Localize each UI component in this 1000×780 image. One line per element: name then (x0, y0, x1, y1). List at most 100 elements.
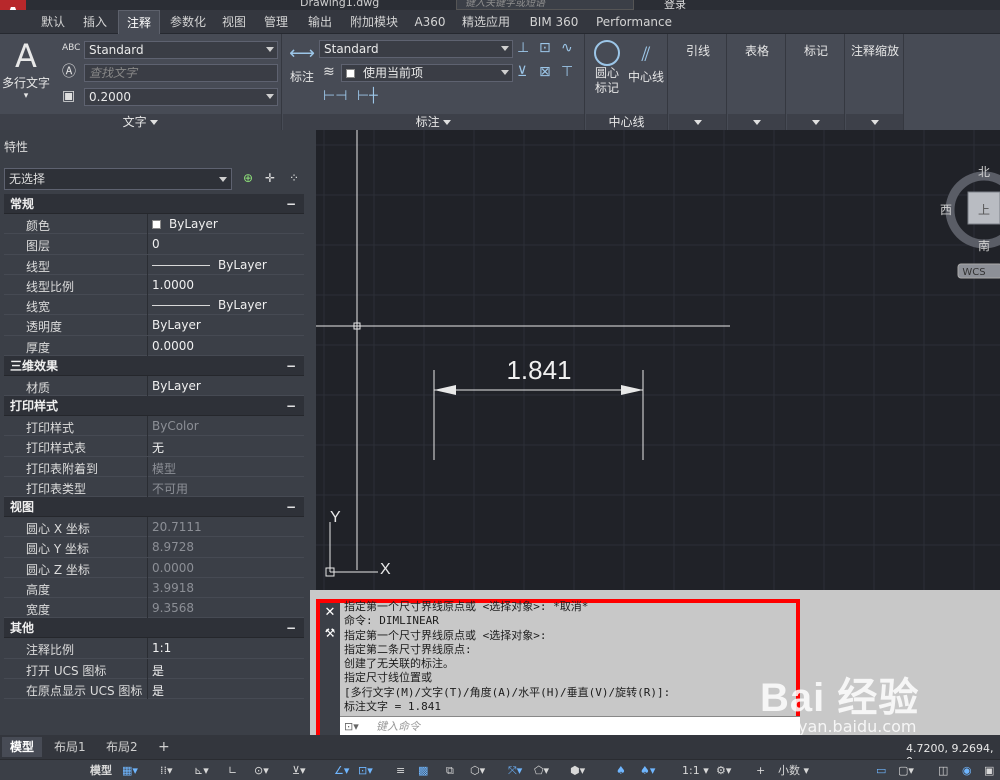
lock-ui-icon[interactable]: ▢▾ (898, 763, 914, 778)
markup-panel[interactable]: 标记 (787, 34, 845, 130)
property-value[interactable]: 20.7111 (152, 520, 202, 534)
selection-combo[interactable]: 无选择 (4, 168, 232, 190)
units-button[interactable]: 小数 ▾ (778, 763, 809, 778)
lineweight-icon[interactable]: ≡ (396, 763, 405, 778)
text-height-combo[interactable]: 0.2000 (84, 88, 278, 106)
selection-filter-icon[interactable]: ⬠▾ (534, 763, 549, 778)
dim-layer-combo[interactable]: 使用当前项 (341, 64, 513, 82)
workspace-gear-icon[interactable]: ⚙▾ (716, 763, 731, 778)
property-row[interactable]: 打开 UCS 图标 是 (4, 658, 304, 679)
object-snap-icon[interactable]: ⊡▾ (358, 763, 373, 778)
text-panel-title[interactable]: 文字 (0, 114, 281, 130)
property-value[interactable]: 不可用 (152, 480, 188, 497)
property-row[interactable]: 宽度 9.3568 (4, 598, 304, 619)
dim-inspect-icon[interactable]: ⊻ (517, 64, 527, 80)
property-value[interactable]: ByLayer (152, 217, 218, 231)
object-snap-tracking-icon[interactable]: ∠▾ (334, 763, 349, 778)
property-row[interactable]: 注释比例 1:1 (4, 638, 304, 659)
property-value[interactable]: ByColor (152, 419, 199, 433)
grid-toggle-icon[interactable]: ▦▾ (122, 763, 138, 778)
property-row[interactable]: 线型 ByLayer (4, 254, 304, 275)
text-style-combo[interactable]: Standard (84, 41, 278, 59)
hardware-acceleration-icon[interactable]: ◉ (962, 763, 972, 778)
snap-toggle-icon[interactable]: ⁞⁞▾ (160, 763, 173, 778)
command-input[interactable]: ⊡▾ 键入命令 (340, 716, 800, 737)
property-value[interactable]: ByLayer (152, 258, 267, 272)
property-row[interactable]: 线宽 ByLayer (4, 295, 304, 316)
property-value[interactable]: 0.0000 (152, 561, 194, 575)
3d-osnap-icon[interactable]: ⬡▾ (470, 763, 485, 778)
tab-insert[interactable]: 插入 (74, 10, 116, 34)
annotation-monitor-icon[interactable]: + (756, 763, 765, 778)
tab-default[interactable]: 默认 (32, 10, 74, 34)
property-value[interactable]: 1:1 (152, 641, 171, 655)
dim-update-icon[interactable]: ⊠ (539, 64, 551, 80)
property-section-header[interactable]: 其他 − (4, 618, 304, 639)
tab-bim360[interactable]: BIM 360 (524, 10, 584, 34)
property-value[interactable]: ByLayer (152, 298, 267, 312)
linear-dimension[interactable]: 1.841 (433, 355, 644, 460)
property-section-header[interactable]: 三维效果 − (4, 355, 304, 376)
viewcube[interactable]: 上 北 南 西 WCS (940, 165, 1000, 279)
tab-layout1[interactable]: 布局1 (46, 737, 94, 757)
tab-featured-apps[interactable]: 精选应用 (456, 10, 516, 34)
tab-model[interactable]: 模型 (2, 737, 43, 757)
model-space-button[interactable]: 模型 (90, 763, 112, 778)
property-value[interactable]: 模型 (152, 460, 176, 477)
drawing-canvas[interactable]: 1.841 Y X 上 北 南 西 WCS (316, 130, 1000, 590)
property-row[interactable]: 厚度 0.0000 (4, 335, 304, 356)
tab-addins[interactable]: 附加模块 (346, 10, 402, 34)
mtext-button[interactable]: A 多行文字 ▾ (0, 38, 52, 101)
select-objects-icon[interactable]: ✛ (262, 170, 278, 186)
leader-panel-expand[interactable] (669, 114, 726, 130)
annotation-scale-button[interactable]: 1:1 ▾ (682, 763, 709, 778)
property-row[interactable]: 高度 3.9918 (4, 577, 304, 598)
tab-a360[interactable]: A360 (410, 10, 450, 34)
markup-panel-expand[interactable] (787, 114, 844, 130)
property-value[interactable]: 0 (152, 237, 160, 251)
close-icon[interactable]: ✕ (320, 605, 340, 620)
property-row[interactable]: 圆心 Y 坐标 8.9728 (4, 537, 304, 558)
dim-style-combo[interactable]: Standard (319, 40, 513, 58)
command-prompt-icon[interactable]: ⊡▾ (344, 717, 359, 736)
dim-reassociate-icon[interactable]: ⊤ (561, 64, 573, 80)
auto-scale-icon[interactable]: ♠▾ (640, 763, 655, 778)
property-row[interactable]: 线型比例 1.0000 (4, 274, 304, 295)
property-value[interactable]: 无 (152, 439, 164, 456)
add-layout-button[interactable]: + (150, 737, 178, 757)
dim-space-icon[interactable]: ⊢┼ (357, 88, 378, 104)
quick-select-icon[interactable]: ⁘ (286, 170, 302, 186)
viewcube-north-label[interactable]: 北 (978, 165, 990, 179)
clean-screen-icon[interactable]: ▣ (984, 763, 994, 778)
find-text-input[interactable]: 查找文字 (84, 64, 278, 82)
dim-jog-icon[interactable]: ∿ (561, 40, 573, 56)
isodraft-icon[interactable]: ⊻▾ (292, 763, 306, 778)
collapse-icon[interactable]: − (286, 356, 296, 376)
dim-adjust-icon[interactable]: ⊡ (539, 40, 551, 56)
tab-performance[interactable]: Performance (592, 10, 676, 34)
property-row[interactable]: 打印表附着到 模型 (4, 456, 304, 477)
property-row[interactable]: 图层 0 (4, 234, 304, 255)
collapse-icon[interactable]: − (286, 194, 296, 214)
property-value[interactable]: 9.3568 (152, 601, 194, 615)
property-row[interactable]: 打印表类型 不可用 (4, 476, 304, 497)
centerline-button[interactable]: ⫽ 中心线 (626, 40, 666, 85)
collapse-icon[interactable]: − (286, 618, 296, 638)
table-panel-expand[interactable] (728, 114, 785, 130)
tab-parametric[interactable]: 参数化 (162, 10, 214, 34)
selection-cycling-icon[interactable]: ⧉ (446, 763, 454, 778)
dimension-button[interactable]: ⟷ 标注 (285, 40, 319, 85)
property-value[interactable]: 0.0000 (152, 339, 194, 353)
tab-output[interactable]: 输出 (300, 10, 340, 34)
property-row[interactable]: 圆心 X 坐标 20.7111 (4, 517, 304, 538)
property-section-header[interactable]: 视图 − (4, 497, 304, 517)
tab-manage[interactable]: 管理 (256, 10, 296, 34)
annotation-scaling-panel[interactable]: 注释缩放 (846, 34, 904, 130)
property-value[interactable]: 8.9728 (152, 540, 194, 554)
search-input[interactable]: 键入关键字或短语 (456, 0, 634, 10)
drawing-svg[interactable]: 1.841 Y X 上 北 南 西 WCS (316, 130, 1000, 590)
collapse-icon[interactable]: − (286, 396, 296, 416)
viewcube-west-label[interactable]: 西 (940, 203, 952, 217)
isolate-objects-icon[interactable]: ◫ (938, 763, 948, 778)
dynamic-ucs-icon[interactable]: ⤧▾ (508, 763, 522, 778)
